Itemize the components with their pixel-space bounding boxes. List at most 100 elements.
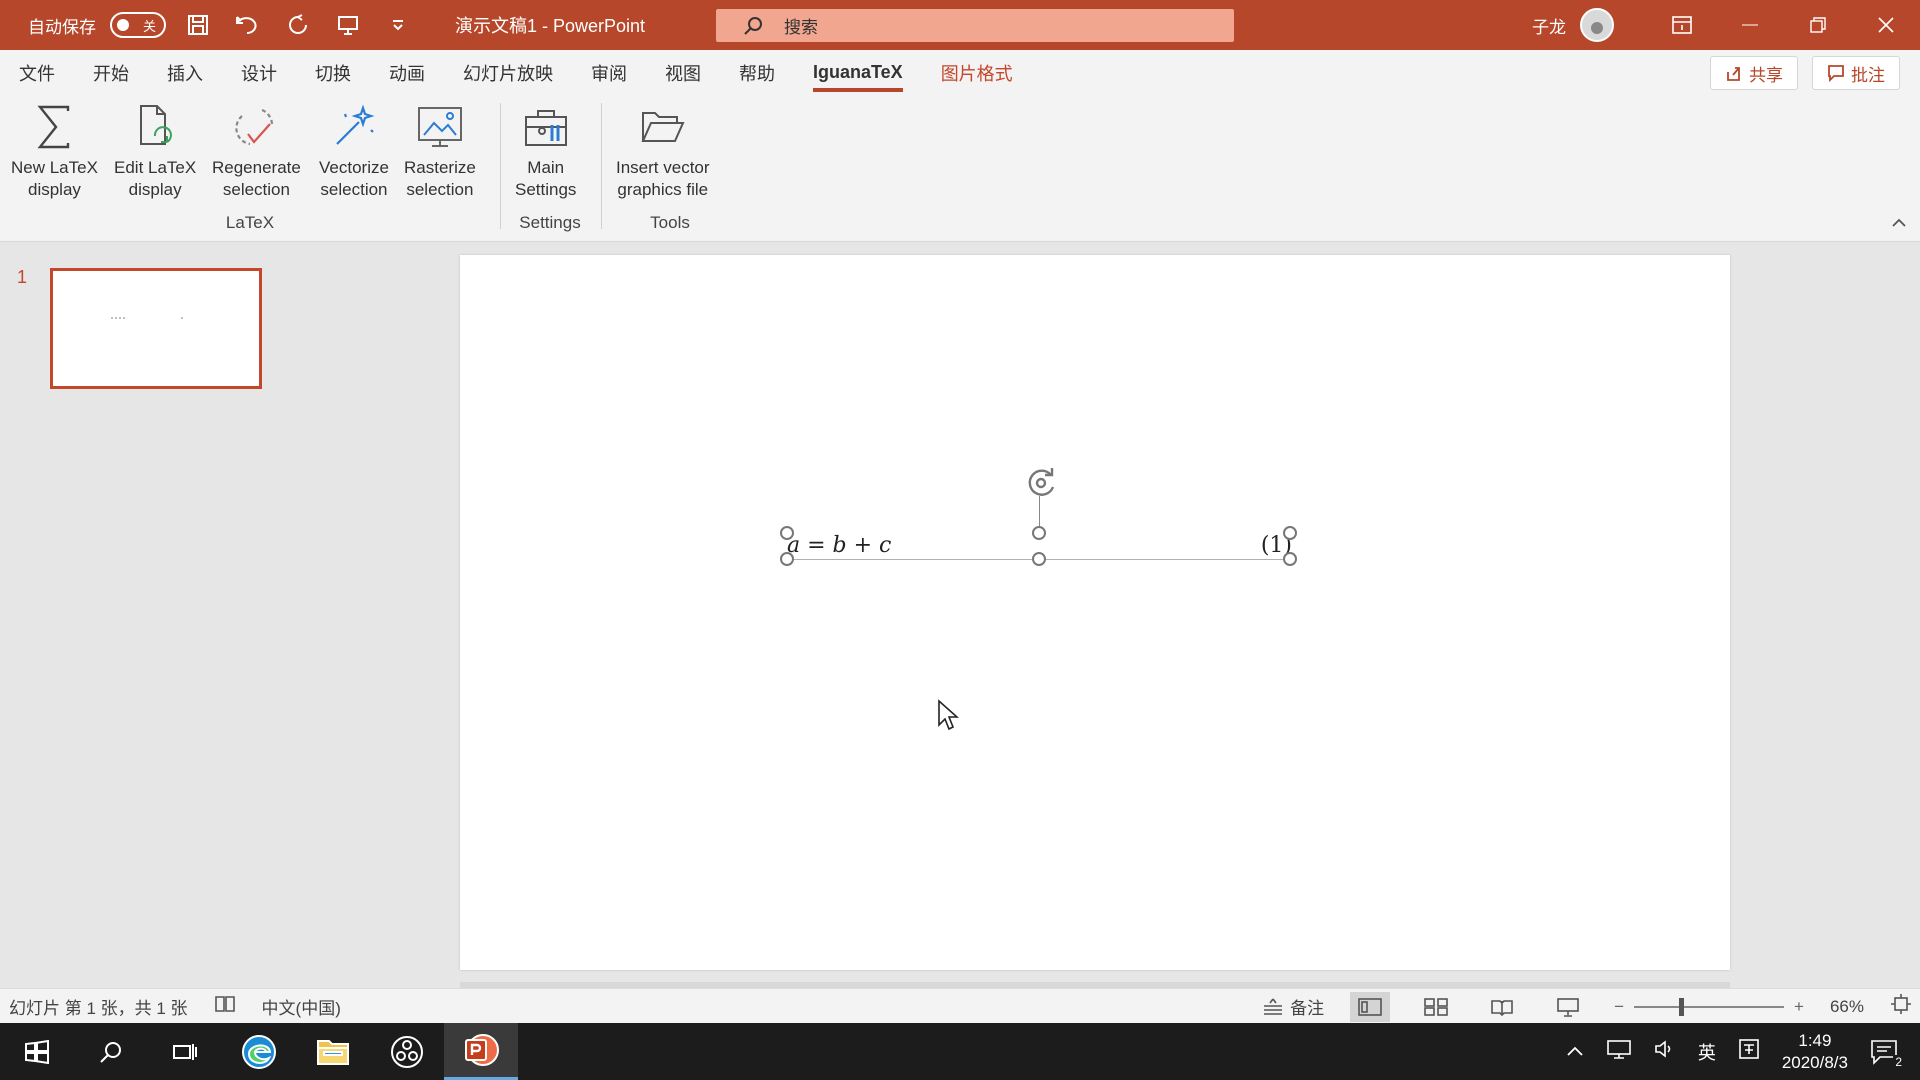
edit-document-icon <box>131 103 179 151</box>
autosave-toggle[interactable]: 关 <box>110 12 166 38</box>
file-explorer-icon <box>317 1039 349 1065</box>
tab-slideshow[interactable]: 幻灯片放映 <box>444 50 572 95</box>
resize-handle-top[interactable] <box>1032 526 1046 540</box>
zoom-in-icon[interactable]: + <box>1794 997 1804 1017</box>
reading-view-button[interactable] <box>1482 992 1522 1022</box>
search-box[interactable]: 搜索 <box>716 9 1234 42</box>
powerpoint-icon <box>465 1034 499 1066</box>
clock-time: 1:49 <box>1798 1030 1832 1050</box>
taskbar-edge[interactable] <box>222 1023 296 1080</box>
tab-transitions[interactable]: 切换 <box>296 50 370 95</box>
clock[interactable]: 1:49 2020/8/3 <box>1782 1030 1848 1074</box>
task-view-button[interactable] <box>148 1023 222 1080</box>
taskbar-powerpoint[interactable] <box>444 1023 518 1080</box>
notes-label: 备注 <box>1290 999 1325 1018</box>
tab-insert[interactable]: 插入 <box>148 50 222 95</box>
regenerate-selection-button[interactable]: Regenerate selection <box>212 103 301 201</box>
accessibility-icon[interactable] <box>214 994 236 1019</box>
task-view-icon <box>173 1043 197 1060</box>
notes-icon <box>1264 998 1283 1015</box>
tab-file[interactable]: 文件 <box>0 50 74 95</box>
tab-help[interactable]: 帮助 <box>720 50 794 95</box>
slide-number: 1 <box>17 267 28 287</box>
redo-icon[interactable] <box>280 7 316 43</box>
magic-wand-icon <box>330 103 378 151</box>
close-button[interactable] <box>1852 0 1920 50</box>
resize-handle-top-right[interactable] <box>1283 526 1297 540</box>
slide-sorter-view-button[interactable] <box>1416 992 1456 1022</box>
resize-handle-top-left[interactable] <box>780 526 794 540</box>
avatar-silhouette-icon <box>1591 22 1603 34</box>
zoom-slider-thumb[interactable] <box>1679 997 1685 1016</box>
undo-icon[interactable] <box>230 7 266 43</box>
button-label-line2: display <box>28 180 81 199</box>
language-indicator[interactable]: 中文(中国) <box>262 994 341 1019</box>
new-latex-display-button[interactable]: New LaTeX display <box>11 103 98 201</box>
resize-handle-bottom-left[interactable] <box>780 552 794 566</box>
button-label-line1: Vectorize <box>319 158 389 177</box>
tab-picture-format[interactable]: 图片格式 <box>922 50 1032 95</box>
rasterize-selection-button[interactable]: Rasterize selection <box>404 103 476 201</box>
edit-latex-display-button[interactable]: Edit LaTeX display <box>114 103 196 201</box>
avatar[interactable] <box>1580 8 1614 42</box>
rotate-handle-icon[interactable] <box>1023 465 1059 501</box>
tab-iguanatex[interactable]: IguanaTeX <box>794 50 922 95</box>
ribbon-display-icon <box>1672 16 1692 34</box>
show-hidden-icons-chevron-icon[interactable] <box>1566 1041 1584 1062</box>
regenerate-icon <box>232 103 280 151</box>
taskbar-search-button[interactable] <box>74 1023 148 1080</box>
toggle-knob <box>117 19 129 31</box>
collapse-ribbon-icon[interactable] <box>1892 215 1906 233</box>
start-button[interactable] <box>0 1023 74 1080</box>
mouse-pointer-icon <box>937 699 960 736</box>
slide-canvas[interactable] <box>460 255 1730 970</box>
vectorize-selection-button[interactable]: Vectorize selection <box>319 103 389 201</box>
restore-icon <box>1810 17 1826 33</box>
normal-view-icon <box>1358 997 1382 1016</box>
volume-icon[interactable] <box>1654 1039 1676 1064</box>
button-label-line1: Edit LaTeX <box>114 158 197 177</box>
ime-mode-icon[interactable] <box>1738 1038 1760 1065</box>
tab-animations[interactable]: 动画 <box>370 50 444 95</box>
normal-view-button[interactable] <box>1350 991 1391 1022</box>
fit-to-window-icon[interactable] <box>1890 993 1912 1020</box>
sigma-icon <box>30 103 78 151</box>
action-center-button[interactable]: 2 <box>1870 1039 1904 1069</box>
share-button[interactable]: 共享 <box>1710 56 1798 90</box>
slide-sorter-icon <box>1424 997 1448 1016</box>
slide-thumbnail[interactable] <box>50 268 262 389</box>
button-label-line1: Rasterize <box>404 158 476 177</box>
tab-review[interactable]: 审阅 <box>572 50 646 95</box>
resize-handle-bottom-right[interactable] <box>1283 552 1297 566</box>
save-icon[interactable] <box>180 7 216 43</box>
zoom-control[interactable]: − + <box>1614 997 1804 1017</box>
customize-toolbar-icon[interactable] <box>380 7 416 43</box>
button-label-line2: Settings <box>515 180 577 199</box>
insert-vector-graphics-button[interactable]: Insert vector graphics file <box>616 103 710 201</box>
tab-home[interactable]: 开始 <box>74 50 148 95</box>
notes-button[interactable]: 备注 <box>1262 994 1324 1019</box>
input-method-indicator[interactable]: 英 <box>1698 1039 1716 1065</box>
network-icon[interactable] <box>1606 1039 1632 1064</box>
minimize-button[interactable] <box>1716 0 1784 50</box>
tab-actions: 共享 批注 <box>1710 56 1900 90</box>
comments-button[interactable]: 批注 <box>1812 56 1900 90</box>
zoom-level[interactable]: 66% <box>1830 997 1864 1017</box>
tab-design[interactable]: 设计 <box>222 50 296 95</box>
tab-view[interactable]: 视图 <box>646 50 720 95</box>
restore-button[interactable] <box>1784 0 1852 50</box>
taskbar-file-explorer[interactable] <box>296 1023 370 1080</box>
main-settings-button[interactable]: Main Settings <box>515 103 576 201</box>
zoom-out-icon[interactable]: − <box>1614 997 1624 1017</box>
button-label-line1: Insert vector <box>616 158 710 177</box>
taskbar-obs[interactable] <box>370 1023 444 1080</box>
share-label: 共享 <box>1749 65 1783 85</box>
user-name[interactable]: 子龙 <box>1532 13 1566 38</box>
ribbon-display-options-button[interactable] <box>1648 0 1716 50</box>
rasterize-icon <box>416 103 464 151</box>
resize-handle-bottom[interactable] <box>1032 552 1046 566</box>
start-slideshow-icon[interactable] <box>330 7 366 43</box>
zoom-slider[interactable] <box>1634 997 1785 1016</box>
slideshow-view-button[interactable] <box>1548 992 1588 1022</box>
clock-date: 2020/8/3 <box>1781 1052 1848 1072</box>
